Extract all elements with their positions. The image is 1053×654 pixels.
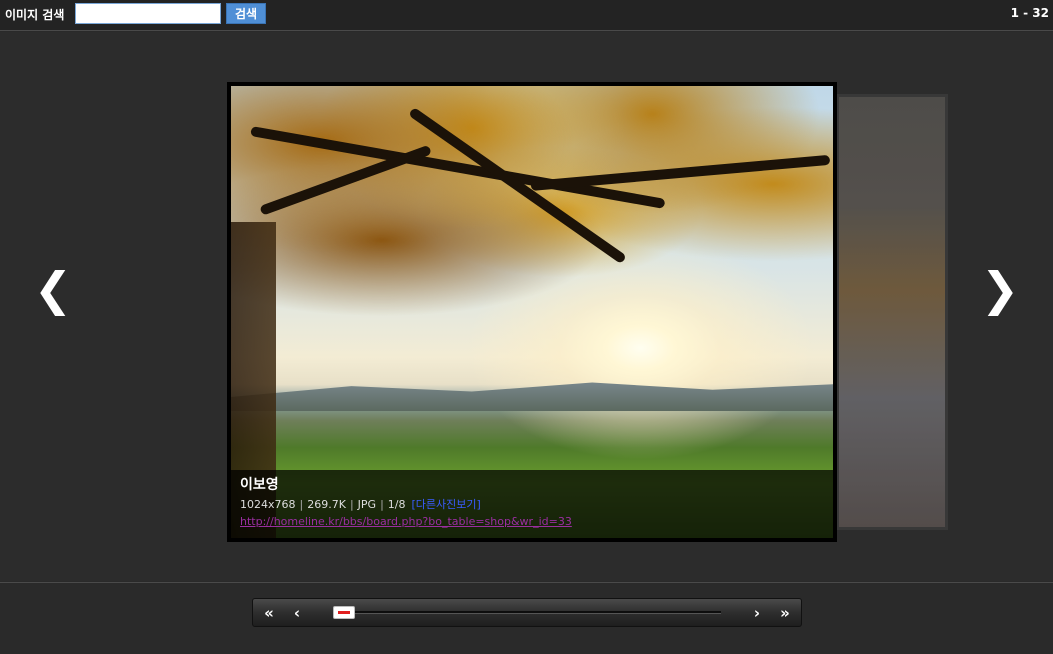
bottom-bar: « ‹ › »	[0, 582, 1053, 654]
search-label: 이미지 검색	[5, 8, 65, 22]
last-page-button[interactable]: »	[775, 603, 795, 623]
photo-size: 269.7K	[307, 498, 346, 511]
photo-canopy	[231, 86, 833, 367]
pager: « ‹ › »	[252, 598, 802, 627]
more-photos-link[interactable]: [다른사진보기]	[411, 498, 480, 511]
pager-slider-handle[interactable]	[333, 606, 355, 619]
photo-format: JPG	[357, 498, 377, 511]
previous-page-button[interactable]: ‹	[287, 603, 307, 623]
photo-source-link[interactable]: http://homeline.kr/bbs/board.php?bo_tabl…	[240, 514, 824, 530]
separator: |	[349, 498, 354, 511]
top-toolbar: 이미지 검색 검색 1 - 32	[0, 0, 1053, 31]
previous-image-button[interactable]: ❮	[34, 262, 73, 316]
search-button[interactable]: 검색	[226, 3, 266, 24]
main-photo-frame: 이보영 1024x768 | 269.7K | JPG | 1/8 [다른사진보기] http…	[227, 82, 837, 542]
next-image-preview[interactable]	[836, 94, 948, 530]
result-range: 1 - 32	[1010, 6, 1049, 20]
photo-caption: 이보영 1024x768 | 269.7K | JPG | 1/8 [다른사진보기] http…	[231, 470, 833, 538]
pager-track[interactable]	[345, 611, 721, 614]
photo-hills	[231, 382, 833, 412]
photo-dimensions: 1024x768	[240, 498, 296, 511]
search-input[interactable]	[75, 3, 221, 24]
first-page-button[interactable]: «	[259, 603, 279, 623]
photo-title: 이보영	[240, 477, 279, 493]
separator: |	[380, 498, 384, 511]
photo-index: 1/8	[387, 498, 406, 511]
image-viewer: ❮ 이보영 1024x768 | 269.7K | JPG | 1/8 [다른사진보기] ht…	[0, 32, 1053, 581]
next-image-button[interactable]: ❯	[981, 262, 1020, 316]
next-page-button[interactable]: ›	[747, 603, 767, 623]
photo-meta: 1024x768 | 269.7K | JPG | 1/8 [다른사진보기]	[240, 497, 824, 513]
separator: |	[299, 498, 304, 511]
